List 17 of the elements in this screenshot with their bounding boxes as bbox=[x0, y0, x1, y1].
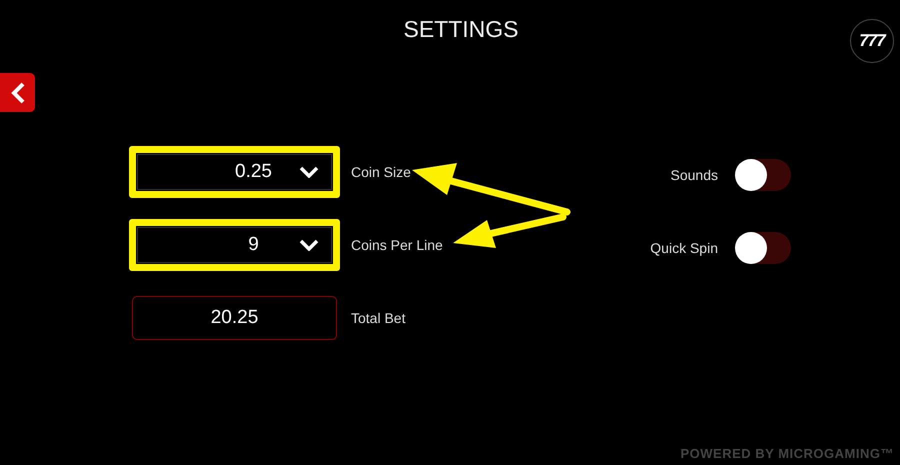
field-label: Coin Size bbox=[351, 162, 411, 182]
footer-text: POWERED BY MICROGAMING™ bbox=[680, 444, 894, 462]
total-bet-value: 20.25 bbox=[132, 296, 337, 340]
chevron-left-icon bbox=[10, 82, 26, 104]
back-button[interactable] bbox=[0, 73, 35, 112]
toggle-label: Sounds bbox=[670, 166, 718, 184]
dropdown[interactable]: 9 bbox=[137, 227, 332, 263]
toggle-switch[interactable] bbox=[735, 159, 791, 191]
page-title: SETTINGS bbox=[402, 15, 518, 44]
field-label: Total Bet bbox=[351, 308, 406, 328]
chevron-down-icon bbox=[299, 239, 319, 251]
toggle-switch[interactable] bbox=[735, 232, 791, 264]
toggle-label: Quick Spin bbox=[649, 238, 718, 258]
chevron-down-icon bbox=[299, 166, 319, 178]
dropdown[interactable]: 0.25 bbox=[137, 154, 332, 190]
logo-badge[interactable]: 777 bbox=[850, 19, 894, 63]
field-label: Coins Per Line bbox=[351, 236, 443, 254]
